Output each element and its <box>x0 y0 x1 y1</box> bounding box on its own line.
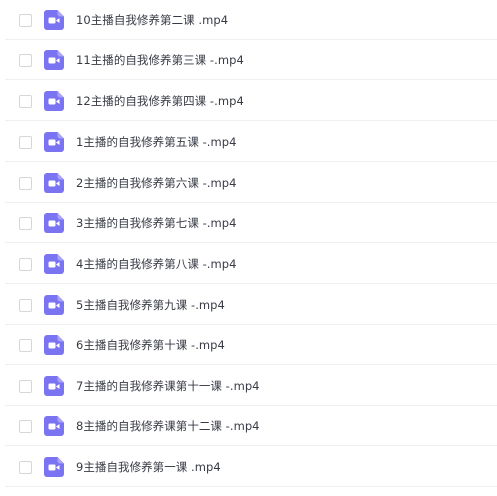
video-file-icon <box>44 10 64 30</box>
row-checkbox[interactable] <box>19 54 32 67</box>
row-checkbox[interactable] <box>19 217 32 230</box>
file-row[interactable]: 10主播自我修养第二课 .mp4 <box>0 0 497 40</box>
row-checkbox[interactable] <box>19 461 32 474</box>
file-name[interactable]: 12主播的自我修养第四课 -.mp4 <box>76 94 244 108</box>
file-row[interactable]: 2主播的自我修养第六课 -.mp4 <box>0 163 497 203</box>
video-file-icon <box>44 376 64 396</box>
file-row[interactable]: 11主播的自我修养第三课 -.mp4 <box>0 40 497 80</box>
row-checkbox[interactable] <box>19 136 32 149</box>
file-row[interactable]: 12主播的自我修养第四课 -.mp4 <box>0 81 497 121</box>
file-row[interactable]: 1主播的自我修养第五课 -.mp4 <box>0 122 497 162</box>
video-file-icon <box>44 91 64 111</box>
row-checkbox[interactable] <box>19 258 32 271</box>
file-row[interactable]: 6主播自我修养第十课 -.mp4 <box>0 325 497 365</box>
video-file-icon <box>44 335 64 355</box>
video-file-icon <box>44 416 64 436</box>
row-checkbox[interactable] <box>19 177 32 190</box>
file-list: 10主播自我修养第二课 .mp4 11主播的自我修养第三课 -.mp4 12主播… <box>0 0 497 496</box>
file-row[interactable]: 4主播的自我修养第八课 -.mp4 <box>0 244 497 284</box>
file-name[interactable]: 4主播的自我修养第八课 -.mp4 <box>76 257 236 271</box>
file-row[interactable]: 9主播自我修养第一课 .mp4 <box>0 447 497 487</box>
file-name[interactable]: 8主播的自我修养课第十二课 -.mp4 <box>76 419 260 433</box>
file-name[interactable]: 9主播自我修养第一课 .mp4 <box>76 460 221 474</box>
file-name[interactable]: 10主播自我修养第二课 .mp4 <box>76 13 228 27</box>
video-file-icon <box>44 173 64 193</box>
video-file-icon <box>44 132 64 152</box>
row-checkbox[interactable] <box>19 420 32 433</box>
file-name[interactable]: 2主播的自我修养第六课 -.mp4 <box>76 176 236 190</box>
video-file-icon <box>44 50 64 70</box>
file-name[interactable]: 6主播自我修养第十课 -.mp4 <box>76 338 225 352</box>
file-name[interactable]: 7主播的自我修养课第十一课 -.mp4 <box>76 379 260 393</box>
row-checkbox[interactable] <box>19 380 32 393</box>
video-file-icon <box>44 457 64 477</box>
file-row[interactable]: 3主播的自我修养第七课 -.mp4 <box>0 203 497 243</box>
row-checkbox[interactable] <box>19 14 32 27</box>
file-name[interactable]: 11主播的自我修养第三课 -.mp4 <box>76 53 244 67</box>
video-file-icon <box>44 213 64 233</box>
row-checkbox[interactable] <box>19 299 32 312</box>
file-name[interactable]: 5主播自我修养第九课 -.mp4 <box>76 298 225 312</box>
file-row[interactable]: 8主播的自我修养课第十二课 -.mp4 <box>0 406 497 446</box>
video-file-icon <box>44 254 64 274</box>
file-row[interactable]: 5主播自我修养第九课 -.mp4 <box>0 285 497 325</box>
row-checkbox[interactable] <box>19 95 32 108</box>
file-name[interactable]: 1主播的自我修养第五课 -.mp4 <box>76 135 236 149</box>
file-row[interactable]: 7主播的自我修养课第十一课 -.mp4 <box>0 366 497 406</box>
video-file-icon <box>44 295 64 315</box>
row-checkbox[interactable] <box>19 339 32 352</box>
file-name[interactable]: 3主播的自我修养第七课 -.mp4 <box>76 216 236 230</box>
